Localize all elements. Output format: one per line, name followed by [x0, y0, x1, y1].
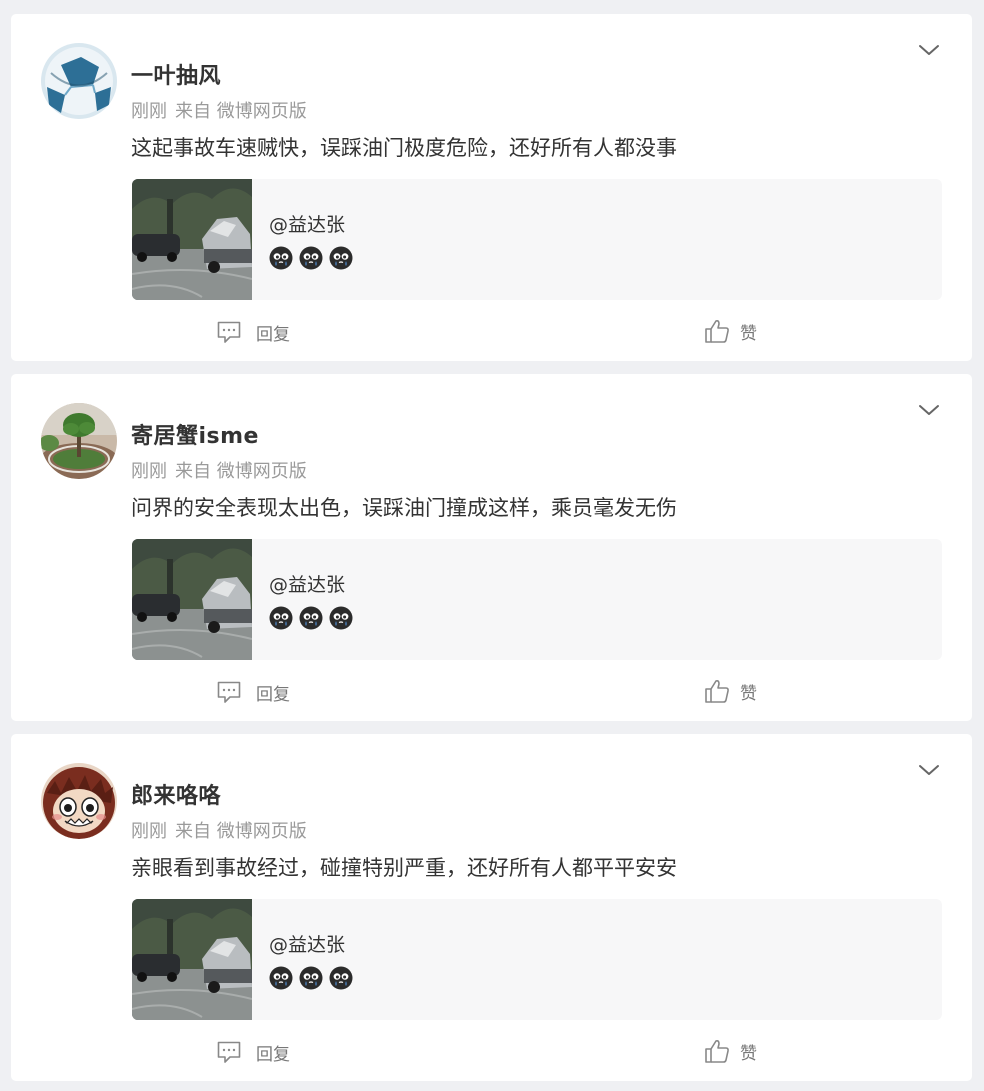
comment-text: 这起事故车速贼快，误踩油门极度危险，还好所有人都没事: [131, 136, 677, 160]
comment-text: 问界的安全表现太出色，误踩油门撞成这样，乘员毫发无伤: [131, 496, 677, 520]
emoji-row: [269, 966, 359, 990]
like-button[interactable]: 赞: [704, 678, 757, 704]
source-label[interactable]: 来自 微博网页版: [175, 101, 307, 122]
car-accident-photo-icon[interactable]: [132, 539, 252, 660]
quoted-post[interactable]: @益达张: [132, 539, 942, 660]
crying-emoji-icon: [329, 246, 353, 270]
like-button[interactable]: 赞: [704, 318, 757, 344]
quoted-author[interactable]: @益达张: [269, 210, 345, 237]
chevron-down-icon[interactable]: [917, 762, 941, 778]
comment-meta: 刚刚 来自 微博网页版: [131, 97, 307, 123]
chevron-down-icon[interactable]: [917, 42, 941, 58]
chevron-down-icon[interactable]: [917, 402, 941, 418]
avatar[interactable]: [41, 43, 117, 119]
crying-emoji-icon: [329, 966, 353, 990]
like-label: 赞: [740, 1043, 757, 1064]
quoted-author[interactable]: @益达张: [269, 570, 345, 597]
comment-card: 郎来咯咯 刚刚 来自 微博网页版 亲眼看到事故经过，碰撞特别严重，还好所有人都平平…: [11, 734, 972, 1081]
timestamp: 刚刚: [131, 101, 167, 122]
comment-card: 寄居蟹isme 刚刚 来自 微博网页版 问界的安全表现太出色，误踩油门撞成这样，乘…: [11, 374, 972, 721]
like-label: 赞: [740, 683, 757, 704]
quoted-author[interactable]: @益达张: [269, 930, 345, 957]
like-button[interactable]: 赞: [704, 1038, 757, 1064]
cartoon-monster-avatar-icon: [41, 763, 117, 839]
comment-meta: 刚刚 来自 微博网页版: [131, 817, 307, 843]
thumbs-up-icon: [704, 678, 730, 704]
tree-garden-avatar-icon: [41, 403, 117, 479]
crying-emoji-icon: [329, 606, 353, 630]
quoted-post[interactable]: @益达张: [132, 179, 942, 300]
source-label[interactable]: 来自 微博网页版: [175, 461, 307, 482]
comment-icon: [216, 319, 242, 345]
comment-icon: [216, 1039, 242, 1065]
avatar[interactable]: [41, 403, 117, 479]
comment-meta: 刚刚 来自 微博网页版: [131, 457, 307, 483]
crying-emoji-icon: [299, 246, 323, 270]
crying-emoji-icon: [299, 606, 323, 630]
quoted-post[interactable]: @益达张: [132, 899, 942, 1020]
comment-card: 一叶抽风 刚刚 来自 微博网页版 这起事故车速贼快，误踩油门极度危险，还好所有人都…: [11, 14, 972, 361]
comment-text: 亲眼看到事故经过，碰撞特别严重，还好所有人都平平安安: [131, 856, 677, 880]
timestamp: 刚刚: [131, 821, 167, 842]
timestamp: 刚刚: [131, 461, 167, 482]
soccer-ball-avatar-icon: [41, 43, 117, 119]
thumbs-up-icon: [704, 318, 730, 344]
like-label: 赞: [740, 323, 757, 344]
comment-icon: [216, 679, 242, 705]
car-accident-photo-icon[interactable]: [132, 179, 252, 300]
thumbs-up-icon: [704, 1038, 730, 1064]
username[interactable]: 郎来咯咯: [131, 778, 221, 810]
crying-emoji-icon: [269, 246, 293, 270]
crying-emoji-icon: [269, 606, 293, 630]
reply-label: 回复: [256, 324, 290, 345]
emoji-row: [269, 606, 359, 630]
crying-emoji-icon: [269, 966, 293, 990]
username[interactable]: 寄居蟹isme: [131, 418, 259, 450]
crying-emoji-icon: [299, 966, 323, 990]
reply-label: 回复: [256, 1044, 290, 1065]
reply-label: 回复: [256, 684, 290, 705]
reply-button[interactable]: 回复: [216, 319, 290, 345]
comment-feed: 一叶抽风 刚刚 来自 微博网页版 这起事故车速贼快，误踩油门极度危险，还好所有人都…: [0, 0, 984, 1091]
car-accident-photo-icon[interactable]: [132, 899, 252, 1020]
source-label[interactable]: 来自 微博网页版: [175, 821, 307, 842]
emoji-row: [269, 246, 359, 270]
avatar[interactable]: [41, 763, 117, 839]
reply-button[interactable]: 回复: [216, 679, 290, 705]
reply-button[interactable]: 回复: [216, 1039, 290, 1065]
username[interactable]: 一叶抽风: [131, 58, 221, 90]
